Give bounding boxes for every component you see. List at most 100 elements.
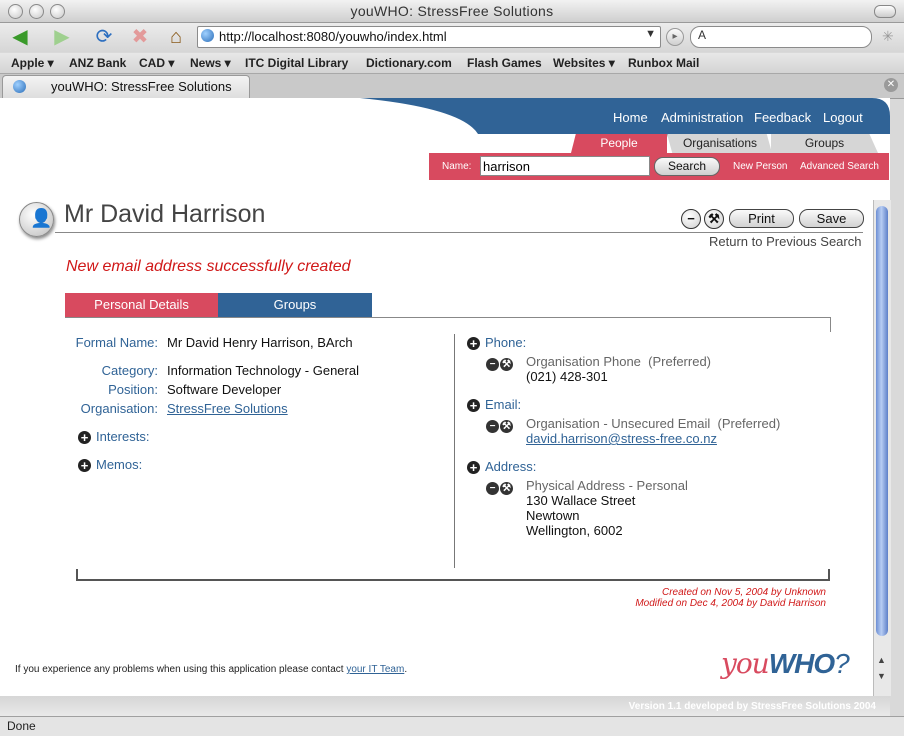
email-actions: − ⚒ [486,417,516,433]
bookmark-cad[interactable]: CAD ▾ [139,56,174,70]
search-engine-icon[interactable]: A [698,28,706,42]
tab-groups[interactable]: Groups [771,134,878,153]
browser-search-field[interactable]: A [690,26,872,48]
scrollbar-thumb[interactable] [876,206,888,636]
formal-name-value: Mr David Henry Harrison, BArch [167,335,353,350]
bookmark-dictionary[interactable]: Dictionary.com [366,56,452,70]
browser-tab-bar: youWHO: StressFree Solutions ✕ [0,74,904,99]
people-search-bar: Name: Search New Person Advanced Search [429,153,889,180]
add-address-icon[interactable]: + [467,461,480,474]
email-link[interactable]: david.harrison@stress-free.co.nz [526,431,717,446]
web-page: Home Administration Feedback Logout Peop… [0,98,890,696]
footer-note: If you experience any problems when usin… [15,664,407,675]
logo-you: you [721,647,770,680]
vertical-scrollbar[interactable]: ▲ ▼ [873,200,891,696]
search-name-input[interactable] [480,156,650,176]
organisation-label: Organisation: [80,401,158,416]
delete-icon[interactable]: − [681,209,701,229]
tab-divider-end [830,317,831,332]
content-bottom-rule [76,579,830,581]
position-value: Software Developer [167,382,282,397]
phone-label: Phone: [485,335,527,350]
version-text: Version 1.1 developed by StressFree Solu… [628,701,876,712]
bookmark-flash-games[interactable]: Flash Games [467,56,542,70]
version-bar: Version 1.1 developed by StressFree Solu… [0,696,890,716]
scroll-up-arrow-icon[interactable]: ▲ [877,655,886,665]
success-message: New email address successfully created [66,258,351,275]
scroll-down-arrow-icon[interactable]: ▼ [877,671,886,681]
delete-address-icon[interactable]: − [486,482,499,495]
nav-administration-link[interactable]: Administration [661,110,743,125]
phone-preferred: (Preferred) [648,354,712,369]
bookmark-anz-bank[interactable]: ANZ Bank [69,56,126,70]
chevron-down-icon[interactable]: ▼ [645,28,656,40]
email-label: Email: [485,397,522,412]
delete-phone-icon[interactable]: − [486,358,499,371]
memos-label[interactable]: Memos: [96,457,142,472]
email-preferred: (Preferred) [717,416,781,431]
go-button[interactable]: ▸ [666,28,684,46]
interests-label[interactable]: Interests: [96,429,149,444]
new-person-link[interactable]: New Person [733,161,787,172]
it-team-link[interactable]: your IT Team [346,664,404,675]
bookmarks-bar: Apple ▾ ANZ Bank CAD ▾ News ▾ ITC Digita… [0,53,904,74]
content-bottom-left-tick [76,569,78,581]
save-button[interactable]: Save [799,209,864,228]
close-tab-icon[interactable]: ✕ [884,78,898,92]
bookmark-news[interactable]: News ▾ [190,56,231,70]
bookmark-websites[interactable]: Websites ▾ [553,56,615,70]
loading-spinner-icon: ✳ [882,28,894,44]
address-actions: − ⚒ [486,479,516,495]
status-text: Done [7,719,36,733]
organisation-link[interactable]: StressFree Solutions [167,401,288,416]
logo-question-icon: ? [834,648,850,679]
browser-status-bar: Done [0,716,904,736]
bookmark-itc-digital-library[interactable]: ITC Digital Library [245,56,348,70]
edit-hammer-icon[interactable]: ⚒ [704,209,724,229]
address-line-1: 130 Wallace Street [526,493,636,508]
tab-organisations[interactable]: Organisations [667,134,772,153]
return-to-search-link[interactable]: Return to Previous Search [709,234,861,249]
add-email-icon[interactable]: + [467,399,480,412]
add-phone-icon[interactable]: + [467,337,480,350]
home-icon[interactable]: ⌂ [164,25,188,49]
print-button[interactable]: Print [729,209,794,228]
add-interest-icon[interactable]: + [78,431,91,444]
bookmark-apple[interactable]: Apple ▾ [11,56,54,70]
advanced-search-link[interactable]: Advanced Search [800,161,879,172]
tab-people[interactable]: People [571,134,667,153]
address-bar[interactable]: http://localhost:8080/youwho/index.html … [197,26,661,48]
browser-tab[interactable]: youWHO: StressFree Solutions [2,75,250,98]
person-icon: 👤 [19,202,54,237]
footer-text: If you experience any problems when usin… [15,664,347,675]
phone-type: Organisation Phone (Preferred) [526,354,711,369]
nav-home-link[interactable]: Home [613,110,648,125]
youwho-logo: youWHO? [721,647,850,680]
add-memo-icon[interactable]: + [78,459,91,472]
reload-icon[interactable]: ⟳ [92,25,116,49]
toolbar-toggle-button[interactable] [874,5,896,18]
address-url[interactable]: http://localhost:8080/youwho/index.html [219,29,447,44]
tab-person-groups[interactable]: Groups [218,293,372,317]
nav-logout-link[interactable]: Logout [823,110,863,125]
position-label: Position: [108,382,158,397]
edit-phone-icon[interactable]: ⚒ [500,358,513,371]
email-type: Organisation - Unsecured Email (Preferre… [526,416,780,431]
back-arrow-icon[interactable]: ◀ [8,25,32,49]
edit-address-icon[interactable]: ⚒ [500,482,513,495]
nav-feedback-link[interactable]: Feedback [754,110,811,125]
delete-email-icon[interactable]: − [486,420,499,433]
window-titlebar: youWHO: StressFree Solutions [0,0,904,23]
tab-personal-details[interactable]: Personal Details [65,293,218,317]
forward-arrow-icon[interactable]: ▶ [50,25,74,49]
tab-divider [65,317,831,318]
modified-info: Modified on Dec 4, 2004 by David Harriso… [635,598,826,609]
search-button[interactable]: Search [654,157,720,176]
stop-icon[interactable]: ✖ [128,25,152,49]
bookmark-runbox-mail[interactable]: Runbox Mail [628,56,699,70]
address-line-2: Newtown [526,508,580,523]
column-divider [454,334,455,568]
page-title: Mr David Harrison [64,200,266,228]
edit-email-icon[interactable]: ⚒ [500,420,513,433]
phone-type-label: Organisation Phone [526,354,641,369]
